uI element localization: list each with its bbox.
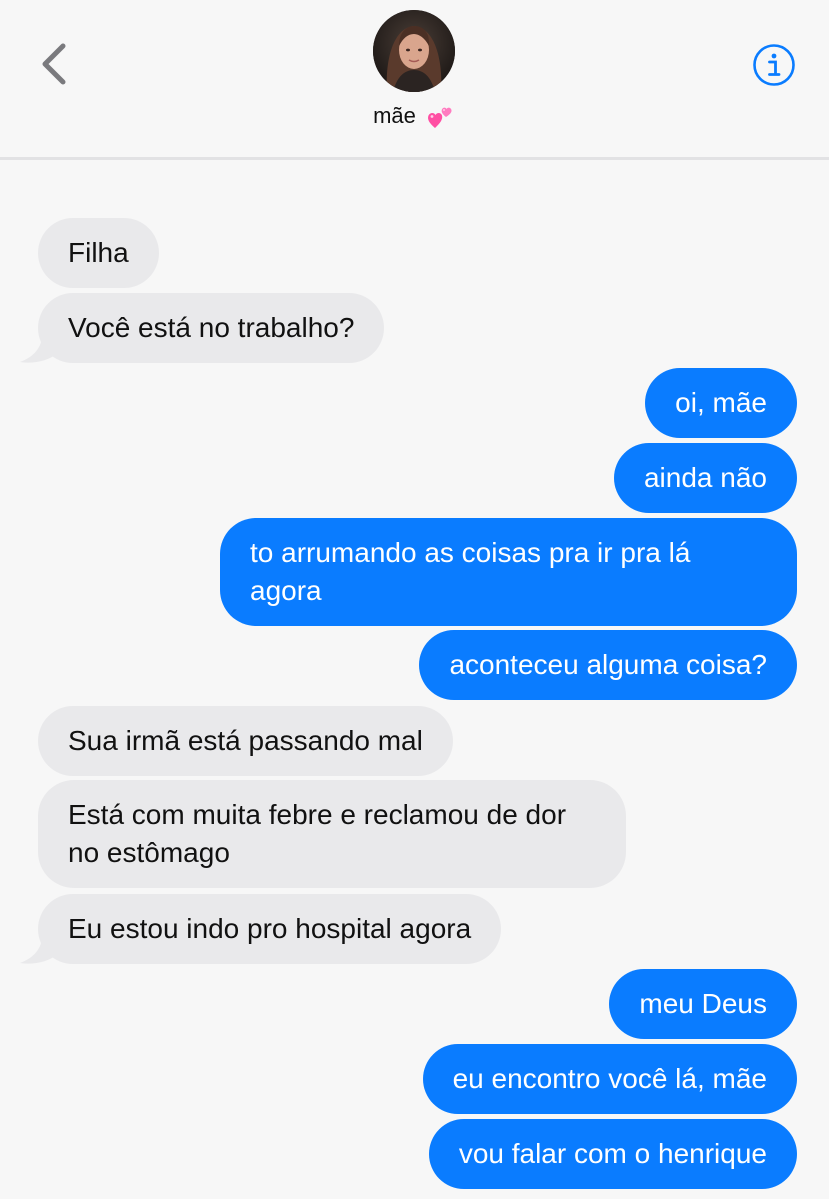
avatar-photo: [373, 10, 455, 92]
message-bubble-incoming[interactable]: Está com muita febre e reclamou de dor n…: [38, 780, 626, 888]
message-bubble-outgoing[interactable]: to arrumando as coisas pra ir pra lá ago…: [220, 518, 797, 626]
two-hearts-icon: [426, 101, 456, 131]
message-bubble-outgoing[interactable]: oi, mãe: [645, 368, 797, 438]
bubble-tail-incoming: [20, 335, 58, 363]
message-bubble-outgoing[interactable]: ainda não: [613, 443, 797, 513]
back-button[interactable]: [36, 40, 72, 88]
message-bubble-incoming[interactable]: Eu estou indo pro hospital agora: [38, 894, 502, 964]
contact-avatar[interactable]: [373, 10, 455, 92]
message-bubble-incoming[interactable]: Você está no trabalho?: [38, 293, 385, 363]
message-bubble-outgoing[interactable]: vou falar com o henrique: [428, 1119, 797, 1189]
message-thread[interactable]: Filha Você está no trabalho? oi, mãe ain…: [0, 160, 829, 1199]
message-bubble-outgoing[interactable]: meu Deus: [609, 969, 797, 1039]
info-circle-icon: [753, 44, 795, 86]
conversation-header: mãe: [0, 0, 829, 158]
message-bubble-incoming[interactable]: Sua irmã está passando mal: [38, 706, 453, 776]
contact-name-row[interactable]: mãe: [0, 101, 829, 131]
info-button[interactable]: [752, 43, 796, 87]
chevron-left-icon: [42, 43, 66, 85]
message-bubble-incoming[interactable]: Filha: [38, 218, 159, 288]
message-bubble-outgoing[interactable]: aconteceu alguma coisa?: [419, 630, 797, 700]
contact-name: mãe: [373, 103, 416, 128]
message-bubble-outgoing[interactable]: eu encontro você lá, mãe: [422, 1044, 797, 1114]
bubble-tail-incoming: [20, 936, 58, 964]
